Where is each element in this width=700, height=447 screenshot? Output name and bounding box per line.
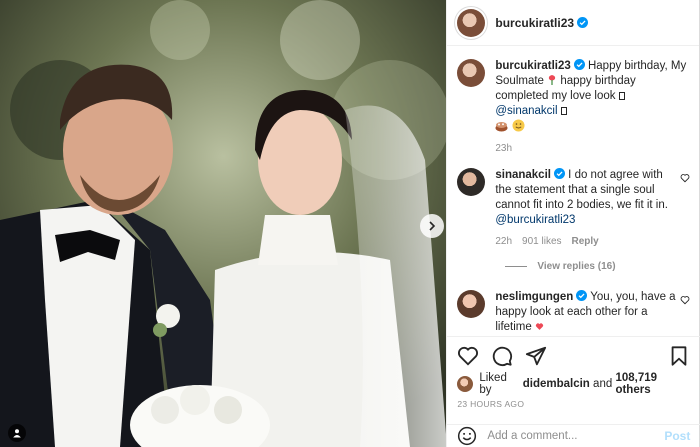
caption-meta: 23h	[495, 141, 690, 156]
action-icons	[457, 337, 690, 375]
post-header: burcukiratli23	[447, 0, 699, 46]
comment-username[interactable]: sinanakcil	[495, 169, 551, 181]
red-heart-emoji	[535, 323, 544, 330]
post-sidebar: burcukiratli23 burcukiratli23 Happy birt…	[446, 0, 700, 447]
bookmark-icon[interactable]	[668, 345, 690, 367]
liked-by-prefix: Liked by	[479, 372, 507, 396]
reply-button[interactable]: Reply	[572, 234, 599, 249]
caption-body: burcukiratli23 Happy birthday, My Soulma…	[495, 59, 690, 156]
chevron-right-icon	[429, 221, 436, 231]
caption: burcukiratli23 Happy birthday, My Soulma…	[457, 59, 690, 156]
heart-icon[interactable]	[457, 345, 479, 367]
comments-list[interactable]: burcukiratli23 Happy birthday, My Soulma…	[447, 47, 700, 335]
caption-mention[interactable]: @sinanakcil	[495, 105, 557, 117]
liked-by-middle: and	[593, 378, 613, 390]
comment-time[interactable]: 22h	[495, 234, 512, 249]
comment-body: neslimgungen You, you, have a happy look…	[495, 290, 676, 335]
comment-avatar[interactable]	[457, 168, 486, 196]
missing-glyph-icon	[560, 107, 567, 115]
view-replies-button[interactable]: View replies (16)	[505, 261, 690, 272]
post-photo[interactable]	[0, 0, 447, 447]
divider	[505, 266, 528, 267]
wedding-photo-illustration	[0, 0, 447, 447]
liker-avatar[interactable]	[457, 376, 474, 392]
author-avatar[interactable]	[457, 8, 486, 37]
liked-by: Liked by didembalcin and 108,719 others	[457, 372, 690, 396]
rose-emoji	[548, 75, 556, 85]
post-actions: Liked by didembalcin and 108,719 others …	[447, 336, 700, 409]
caption-time[interactable]: 23h	[495, 141, 512, 156]
user-tag-button[interactable]	[8, 424, 26, 442]
missing-glyph-icon	[618, 92, 625, 100]
next-photo-button[interactable]	[420, 214, 444, 238]
comment-meta: 22h 901 likes Reply	[495, 234, 676, 249]
post-comment-button[interactable]: Post	[664, 429, 690, 443]
caption-username[interactable]: burcukiratli23	[495, 60, 570, 72]
author-username[interactable]: burcukiratli23	[495, 16, 574, 30]
comment-icon[interactable]	[491, 345, 513, 367]
heart-icon[interactable]	[680, 173, 690, 183]
verified-icon	[576, 290, 588, 301]
post-timestamp[interactable]: 23 HOURS AGO	[457, 399, 690, 409]
instagram-post: burcukiratli23 burcukiratli23 Happy birt…	[0, 0, 700, 447]
comment-input[interactable]	[487, 430, 638, 442]
comment-username[interactable]: neslimgungen	[495, 291, 573, 303]
comment-item: neslimgungen You, you, have a happy look…	[457, 290, 690, 335]
liked-by-user[interactable]: didembalcin	[523, 378, 590, 390]
comment-likes[interactable]: 901 likes	[522, 234, 561, 249]
user-tag-icon	[13, 429, 21, 438]
liked-by-count[interactable]: 108,719 others	[615, 372, 690, 396]
comment-avatar[interactable]	[457, 290, 486, 318]
heart-icon[interactable]	[680, 295, 690, 305]
verified-icon	[553, 168, 565, 179]
cake-emoji	[495, 122, 508, 132]
verified-icon	[573, 59, 585, 70]
comment-mention[interactable]: @burcukiratli23	[495, 214, 575, 226]
emoji-icon[interactable]	[457, 426, 477, 446]
add-comment-bar: Post	[447, 424, 700, 447]
smile-emoji	[512, 119, 525, 132]
caption-avatar[interactable]	[457, 59, 486, 87]
verified-icon	[577, 17, 589, 28]
view-replies-label: View replies (16)	[537, 261, 616, 272]
share-icon[interactable]	[525, 345, 547, 367]
comment-item: sinanakcil I do not agree with the state…	[457, 168, 690, 249]
comment-body: sinanakcil I do not agree with the state…	[495, 168, 676, 249]
